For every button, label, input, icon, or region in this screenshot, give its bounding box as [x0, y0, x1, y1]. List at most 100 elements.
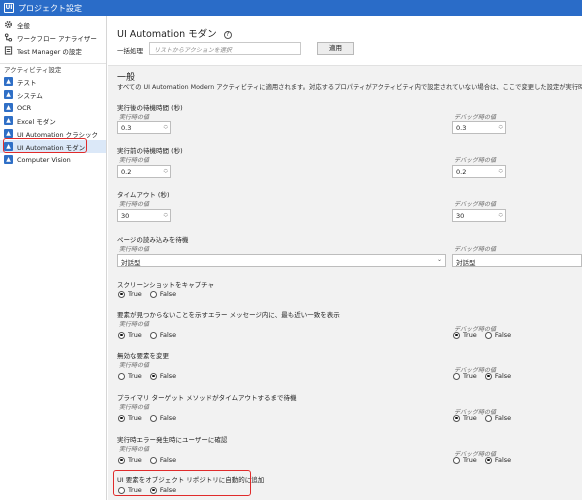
runtime-label: 実行時の値	[119, 362, 150, 369]
sidebar-item-general[interactable]: 全般	[0, 18, 106, 31]
spinner-icon[interactable]: ︿ ﹀	[164, 167, 169, 177]
chevron-down-icon: ⌄	[436, 256, 442, 263]
radio-true[interactable]	[453, 456, 460, 464]
setting-label-wait-page-load: ページの読み込みを待機	[117, 236, 189, 244]
dropdown-value: 対話型	[456, 259, 476, 267]
radio-false[interactable]	[484, 456, 492, 464]
setting-label-primary-target: プライマリ ターゲット メソッドがタイムアウトするまで待機	[117, 394, 297, 402]
radio-true[interactable]	[453, 372, 460, 380]
setting-label-delay-before: 実行前の待機時間 (秒)	[117, 147, 183, 155]
invalid-elements-runtime-radio-group: True False	[118, 372, 184, 380]
sidebar-item-label: UI Automation クラシック	[17, 130, 99, 139]
screenshot-runtime-radio-group: True False	[118, 290, 184, 298]
spinner-icon[interactable]: ︿ ﹀	[499, 211, 504, 221]
sidebar-item-label: テスト	[17, 78, 37, 87]
sidebar-item-system[interactable]: ▲ システム	[0, 88, 106, 101]
radio-false[interactable]	[149, 456, 157, 464]
help-icon[interactable]: ?	[223, 31, 232, 39]
sidebar-item-label: Computer Vision	[17, 155, 71, 164]
sidebar-item-test-manager[interactable]: Test Manager の設定	[0, 44, 106, 57]
sidebar-item-label: OCR	[17, 103, 32, 112]
spinner-icon[interactable]: ︿ ﹀	[164, 211, 169, 221]
radio-false[interactable]	[484, 372, 492, 380]
delay-before-runtime-input[interactable]: 0.2 ︿ ﹀	[117, 165, 171, 178]
closest-match-runtime-radio-group: True False	[118, 331, 184, 339]
input-value: 0.2	[121, 168, 132, 176]
section-description: すべての UI Automation Modern アクティビティに適用されます…	[117, 84, 582, 91]
activity-package-icon: ▲	[4, 90, 13, 99]
debug-label: デバッグ時の値	[454, 201, 497, 208]
invalid-elements-debug-radio-group: True False	[453, 372, 519, 380]
sidebar-item-testing[interactable]: ▲ テスト	[0, 75, 106, 88]
setting-label-confirm-error: 実行時エラー発生時にユーザーに確認	[117, 436, 228, 444]
spinner-icon[interactable]: ︿ ﹀	[499, 123, 504, 133]
radio-false[interactable]	[484, 414, 492, 422]
radio-false[interactable]	[149, 414, 157, 422]
radio-false[interactable]	[149, 331, 157, 339]
radio-true[interactable]	[118, 331, 125, 339]
debug-label: デバッグ時の値	[454, 246, 497, 253]
sidebar-item-label: システム	[17, 91, 43, 100]
input-value: 0.3	[121, 124, 132, 132]
test-manager-icon	[4, 46, 13, 55]
spinner-icon[interactable]: ︿ ﹀	[499, 167, 504, 177]
timeout-debug-input[interactable]: 30 ︿ ﹀	[452, 209, 506, 222]
page-title-text: UI Automation モダン	[117, 29, 217, 40]
setting-label-closest-match: 要素が見つからないことを示すエラー メッセージ内に、最も近い一致を表示	[117, 311, 340, 319]
setting-label-timeout: タイムアウト (秒)	[117, 191, 170, 199]
runtime-label: 実行時の値	[119, 246, 150, 253]
radio-true[interactable]	[453, 331, 460, 339]
delay-before-debug-input[interactable]: 0.2 ︿ ﹀	[452, 165, 506, 178]
radio-false[interactable]	[484, 331, 492, 339]
apply-button[interactable]: 適用	[317, 42, 354, 55]
primary-target-debug-radio-group: True False	[453, 414, 519, 422]
page-title: UI Automation モダン ?	[117, 26, 232, 40]
delay-after-runtime-input[interactable]: 0.3 ︿ ﹀	[117, 121, 171, 134]
activity-package-icon: ▲	[4, 116, 13, 125]
activity-package-icon: ▲	[4, 129, 13, 138]
radio-true[interactable]	[118, 456, 125, 464]
wait-page-load-runtime-dropdown[interactable]: 対話型 ⌄	[117, 254, 446, 267]
delay-after-debug-input[interactable]: 0.3 ︿ ﹀	[452, 121, 506, 134]
batch-label: 一括処理	[117, 47, 143, 55]
radio-true[interactable]	[453, 414, 460, 422]
sidebar-item-computer-vision[interactable]: ▲ Computer Vision	[0, 153, 106, 166]
settings-sidebar: 全般 ワークフロー アナライザー Test Manager の設定 アクティビテ…	[0, 16, 107, 500]
runtime-label: 実行時の値	[119, 404, 150, 411]
window-title: プロジェクト設定	[18, 3, 82, 13]
spinner-icon[interactable]: ︿ ﹀	[164, 123, 169, 133]
activity-package-icon: ▲	[4, 155, 13, 164]
sidebar-item-ocr[interactable]: ▲ OCR	[0, 101, 106, 114]
timeout-runtime-input[interactable]: 30 ︿ ﹀	[117, 209, 171, 222]
activity-package-icon: ▲	[4, 103, 13, 112]
radio-false[interactable]	[149, 372, 157, 380]
runtime-label: 実行時の値	[119, 157, 150, 164]
radio-true[interactable]	[118, 414, 125, 422]
window-titlebar: UI プロジェクト設定	[0, 0, 582, 16]
input-value: 0.2	[456, 168, 467, 176]
debug-label: デバッグ時の値	[454, 114, 497, 121]
sidebar-item-workflow-analyzer[interactable]: ワークフロー アナライザー	[0, 31, 106, 44]
input-value: 30	[121, 212, 130, 220]
batch-action-select[interactable]: リストからアクションを選択	[149, 42, 301, 55]
input-value: 0.3	[456, 124, 467, 132]
settings-main-panel: UI Automation モダン ? 一括処理 リストからアクションを選択 適…	[108, 16, 582, 500]
runtime-label: 実行時の値	[119, 201, 150, 208]
closest-match-debug-radio-group: True False	[453, 331, 519, 339]
settings-header: UI Automation モダン ? 一括処理 リストからアクションを選択 適…	[108, 16, 582, 66]
sidebar-item-label: Test Manager の設定	[17, 47, 82, 56]
radio-true[interactable]	[118, 372, 125, 380]
radio-true[interactable]	[118, 290, 125, 298]
radio-false[interactable]	[149, 290, 157, 298]
annotation-highlight-frame	[113, 470, 251, 496]
wait-page-load-debug-dropdown[interactable]: 対話型	[452, 254, 582, 267]
runtime-label: 実行時の値	[119, 446, 150, 453]
sidebar-item-excel-modern[interactable]: ▲ Excel モダン	[0, 114, 106, 127]
sidebar-section-activity-settings: アクティビティ設定	[0, 63, 106, 75]
setting-label-invalid-elements: 無効な要素を変更	[117, 352, 169, 360]
sidebar-item-label: Excel モダン	[17, 117, 56, 126]
workflow-analyzer-icon	[4, 33, 13, 42]
confirm-error-runtime-radio-group: True False	[118, 456, 184, 464]
gear-icon	[4, 20, 13, 29]
setting-label-delay-after: 実行後の待機時間 (秒)	[117, 104, 183, 112]
